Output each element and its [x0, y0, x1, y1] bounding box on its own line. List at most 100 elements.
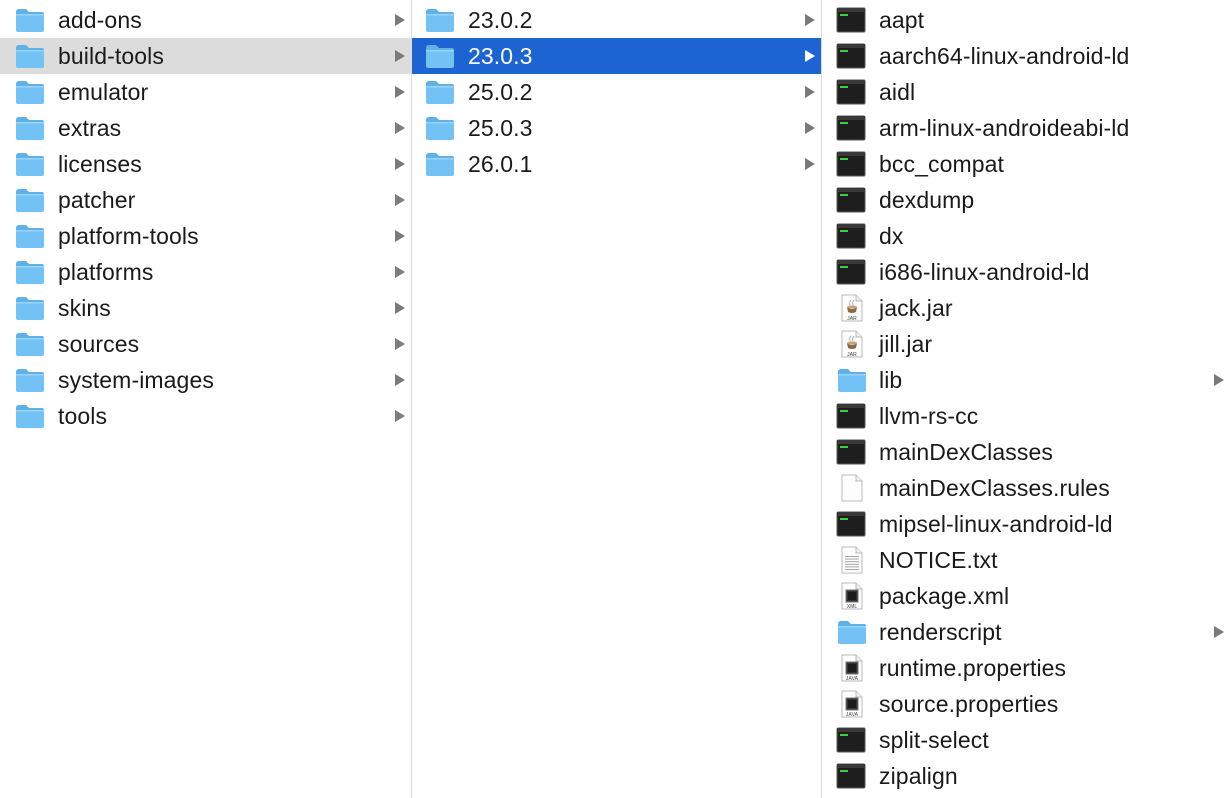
folder-icon: [424, 42, 456, 70]
file-name-label: skins: [58, 295, 111, 321]
folder-icon: [14, 114, 46, 142]
file-row[interactable]: zipalign: [822, 758, 1224, 794]
file-row[interactable]: XML package.xml: [822, 578, 1224, 614]
file-row[interactable]: JAR jack.jar: [822, 290, 1224, 326]
disclosure-arrow-icon: [1214, 374, 1224, 386]
file-name-label: platform-tools: [58, 223, 199, 249]
disclosure-arrow-icon: [395, 374, 405, 386]
disclosure-arrow-icon: [395, 86, 405, 98]
svg-text:JAVA: JAVA: [846, 712, 859, 718]
file-row[interactable]: dx: [822, 218, 1224, 254]
file-row[interactable]: add-ons: [0, 2, 411, 38]
file-name-label: llvm-rs-cc: [879, 403, 979, 429]
disclosure-arrow-icon: [395, 410, 405, 422]
folder-icon: [14, 150, 46, 178]
file-row[interactable]: 26.0.1: [412, 146, 821, 182]
terminal-executable-icon: [836, 762, 866, 790]
terminal-executable-icon: [836, 510, 866, 538]
file-row[interactable]: 23.0.3: [412, 38, 821, 74]
file-name-label: aapt: [879, 7, 925, 33]
file-row[interactable]: split-select: [822, 722, 1224, 758]
file-row[interactable]: licenses: [0, 146, 411, 182]
text-document-icon: [836, 546, 866, 574]
svg-text:JAR: JAR: [847, 352, 857, 358]
file-row[interactable]: aidl: [822, 74, 1224, 110]
svg-text:JAR: JAR: [847, 316, 857, 322]
file-name-label: aarch64-linux-android-ld: [879, 43, 1130, 69]
disclosure-arrow-icon: [805, 122, 815, 134]
file-row[interactable]: tools: [0, 398, 411, 434]
file-row[interactable]: 23.0.2: [412, 2, 821, 38]
file-name-label: licenses: [58, 151, 142, 177]
folder-icon: [14, 186, 46, 214]
file-row[interactable]: build-tools: [0, 38, 411, 74]
file-row[interactable]: 25.0.3: [412, 110, 821, 146]
disclosure-arrow-icon: [395, 194, 405, 206]
file-row[interactable]: llvm-rs-cc: [822, 398, 1224, 434]
file-row[interactable]: platform-tools: [0, 218, 411, 254]
file-row[interactable]: JAVA source.properties: [822, 686, 1224, 722]
column-version-contents[interactable]: aapt aarch64-linux-android-ld aidl arm-linu…: [822, 0, 1224, 798]
file-row[interactable]: NOTICE.txt: [822, 542, 1224, 578]
terminal-executable-icon: [836, 402, 866, 430]
file-row[interactable]: system-images: [0, 362, 411, 398]
file-row[interactable]: mainDexClasses: [822, 434, 1224, 470]
file-row[interactable]: arm-linux-androideabi-ld: [822, 110, 1224, 146]
file-row[interactable]: patcher: [0, 182, 411, 218]
file-row[interactable]: i686-linux-android-ld: [822, 254, 1224, 290]
file-row[interactable]: sources: [0, 326, 411, 362]
folder-icon: [836, 366, 866, 394]
file-name-label: dx: [879, 223, 904, 249]
file-row[interactable]: lib: [822, 362, 1224, 398]
file-row[interactable]: renderscript: [822, 614, 1224, 650]
folder-icon: [14, 402, 46, 430]
disclosure-arrow-icon: [395, 50, 405, 62]
folder-icon: [14, 222, 46, 250]
file-row[interactable]: platforms: [0, 254, 411, 290]
disclosure-arrow-icon: [1214, 626, 1224, 638]
file-name-label: dexdump: [879, 187, 975, 213]
java-document-icon: JAVA: [836, 690, 866, 718]
terminal-executable-icon: [836, 114, 866, 142]
file-name-label: 23.0.2: [468, 7, 533, 33]
file-row[interactable]: 25.0.2: [412, 74, 821, 110]
disclosure-arrow-icon: [395, 230, 405, 242]
file-row[interactable]: aapt: [822, 2, 1224, 38]
file-name-label: renderscript: [879, 619, 1002, 645]
column-build-tools[interactable]: 23.0.2 23.0.3 25.0.2 25.0.3 26.0.1: [412, 0, 822, 798]
disclosure-arrow-icon: [395, 14, 405, 26]
file-name-label: emulator: [58, 79, 149, 105]
file-name-label: 25.0.3: [468, 115, 533, 141]
file-row[interactable]: skins: [0, 290, 411, 326]
file-name-label: i686-linux-android-ld: [879, 259, 1090, 285]
file-row[interactable]: bcc_compat: [822, 146, 1224, 182]
folder-icon: [14, 258, 46, 286]
file-name-label: mainDexClasses.rules: [879, 475, 1110, 501]
disclosure-arrow-icon: [395, 266, 405, 278]
terminal-executable-icon: [836, 78, 866, 106]
column-browser: add-ons build-tools emulator extras licenses…: [0, 0, 1224, 798]
terminal-executable-icon: [836, 726, 866, 754]
file-row[interactable]: JAR jill.jar: [822, 326, 1224, 362]
file-name-label: aidl: [879, 79, 916, 105]
disclosure-arrow-icon: [395, 158, 405, 170]
file-row[interactable]: extras: [0, 110, 411, 146]
folder-icon: [14, 78, 46, 106]
file-name-label: 25.0.2: [468, 79, 533, 105]
file-row[interactable]: JAVA runtime.properties: [822, 650, 1224, 686]
file-row[interactable]: emulator: [0, 74, 411, 110]
file-name-label: jack.jar: [879, 295, 953, 321]
file-row[interactable]: dexdump: [822, 182, 1224, 218]
disclosure-arrow-icon: [395, 122, 405, 134]
column-sdk-list: add-ons build-tools emulator extras licenses…: [0, 0, 411, 434]
file-row[interactable]: mainDexClasses.rules: [822, 470, 1224, 506]
folder-icon: [14, 42, 46, 70]
file-row[interactable]: mipsel-linux-android-ld: [822, 506, 1224, 542]
file-row[interactable]: aarch64-linux-android-ld: [822, 38, 1224, 74]
disclosure-arrow-icon: [805, 50, 815, 62]
file-name-label: mainDexClasses: [879, 439, 1053, 465]
file-name-label: 26.0.1: [468, 151, 533, 177]
column-sdk[interactable]: add-ons build-tools emulator extras licenses…: [0, 0, 412, 798]
file-name-label: lib: [879, 367, 903, 393]
folder-icon: [424, 114, 456, 142]
